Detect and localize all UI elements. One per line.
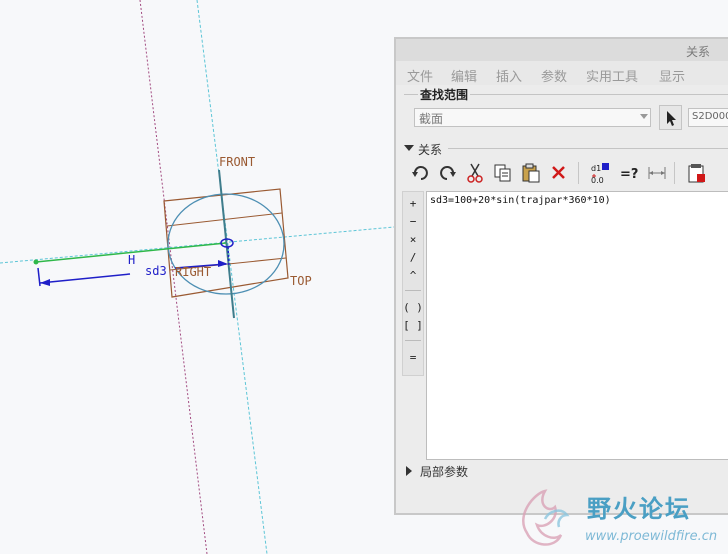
flame-logo-icon [522, 489, 570, 546]
trajectory-start-point[interactable] [33, 259, 39, 265]
equals-operator-button[interactable]: = [403, 350, 423, 366]
delete-button[interactable] [546, 160, 573, 186]
watermark-title: 野火论坛 [587, 495, 691, 523]
paste-icon [522, 163, 540, 183]
divider [448, 148, 728, 149]
evaluate-icon: =? [620, 167, 638, 182]
divide-operator-button[interactable]: / [403, 250, 423, 266]
dialog-titlebar[interactable]: 关系 [396, 39, 728, 61]
watermark-url: www.proewildfire.cn [585, 529, 718, 544]
dimension-icon [648, 167, 666, 179]
power-operator-button[interactable]: ^ [403, 268, 423, 284]
dim-arrow-right [218, 260, 228, 267]
brackets-operator-button[interactable]: [ ] [403, 318, 423, 334]
relations-dialog: 关系 文件 编辑 插入 参数 实用工具 显示 查找范围 截面 S2D0003 关… [394, 37, 728, 515]
sort-icon [688, 164, 705, 183]
svg-text:0.0: 0.0 [591, 176, 604, 184]
scope-select[interactable]: 截面 [414, 108, 651, 127]
operator-separator [405, 340, 421, 341]
param-value-icon: d10.0 [591, 163, 609, 184]
dialog-title: 关系 [686, 45, 711, 59]
dim-line-left [39, 273, 131, 284]
toolbar-separator [674, 162, 675, 184]
scope-select-value: 截面 [419, 112, 444, 126]
sort-button[interactable] [684, 160, 711, 186]
undo-icon [412, 166, 428, 180]
menu-parameters[interactable]: 参数 [541, 66, 567, 85]
relations-editor[interactable]: sd3=100+20*sin(trajpar*360*10) [426, 191, 728, 460]
right-label: RIGHT [175, 265, 211, 279]
datum-axis-horizontal [0, 226, 395, 264]
expand-arrow-icon [404, 145, 414, 151]
dim-extension-left [37, 267, 41, 287]
dimension-button[interactable] [644, 160, 671, 186]
parentheses-operator-button[interactable]: ( ) [403, 300, 423, 316]
menu-edit[interactable]: 编辑 [451, 66, 477, 85]
multiply-operator-button[interactable]: × [403, 232, 423, 248]
cursor-arrow-icon [667, 111, 676, 126]
relations-toolbar: d1 0.0 =? [404, 160, 728, 188]
svg-text:=?: =? [620, 167, 638, 182]
undo-button[interactable] [408, 160, 435, 186]
menu-insert[interactable]: 插入 [496, 66, 522, 85]
operator-panel: + − × / ^ ( ) [ ] = [402, 191, 424, 376]
menu-file[interactable]: 文件 [407, 66, 433, 85]
watermark: 野火论坛 www.proewildfire.cn [515, 485, 728, 554]
paste-button[interactable] [518, 160, 545, 186]
plus-operator-button[interactable]: + [403, 196, 423, 212]
chevron-down-icon [640, 114, 648, 119]
copy-button[interactable] [490, 160, 517, 186]
redo-icon [440, 166, 456, 180]
search-scope-title: 查找范围 [418, 86, 471, 103]
cut-icon [467, 163, 483, 183]
copy-icon [494, 164, 511, 182]
menu-show[interactable]: 显示 [659, 66, 685, 85]
collapse-arrow-icon [406, 466, 412, 476]
pick-button[interactable] [659, 105, 682, 130]
cut-button[interactable] [462, 160, 489, 186]
local-params-title: 局部参数 [420, 465, 469, 479]
section-id-field[interactable]: S2D0003 [688, 108, 728, 127]
dimension-sd3-label[interactable]: sd3 [145, 264, 167, 278]
relations-section-title: 关系 [418, 143, 443, 157]
toolbar-separator [578, 162, 579, 184]
dim-arrow-left [40, 279, 50, 286]
horizontal-constraint-label: H [128, 253, 135, 267]
top-label: TOP [290, 274, 312, 288]
menu-utilities[interactable]: 实用工具 [586, 66, 638, 85]
minus-operator-button[interactable]: − [403, 214, 423, 230]
delete-icon [552, 166, 565, 179]
svg-text:d1: d1 [591, 164, 601, 173]
front-label: FRONT [219, 155, 255, 169]
relation-expression[interactable]: sd3=100+20*sin(trajpar*360*10) [430, 195, 611, 206]
evaluate-button[interactable]: =? [616, 160, 643, 186]
redo-button[interactable] [434, 160, 461, 186]
relations-section-header[interactable]: 关系 [396, 139, 728, 157]
local-params-header[interactable]: 局部参数 [396, 462, 728, 480]
operator-separator [405, 290, 421, 291]
param-value-button[interactable]: d1 0.0 [588, 160, 615, 186]
menu-bar: 文件 编辑 插入 参数 实用工具 显示 [396, 61, 728, 85]
